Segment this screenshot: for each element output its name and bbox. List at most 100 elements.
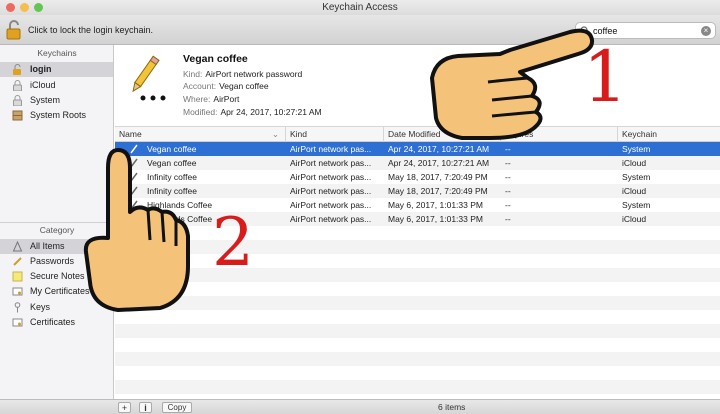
- unlocked-padlock-icon[interactable]: [6, 20, 22, 40]
- table-row[interactable]: Infinity coffee AirPort network pas... May…: [115, 170, 720, 184]
- sidebar-item-label: My Certificates: [30, 286, 90, 296]
- table-cell: Apr 24, 2017, 10:27:21 AM: [388, 144, 490, 154]
- sidebar-item-system-roots[interactable]: System Roots: [0, 108, 113, 123]
- table-row[interactable]: Infinity coffee AirPort network pas... May…: [115, 184, 720, 198]
- sidebar-item-system[interactable]: System: [0, 93, 113, 108]
- details-title: Vegan coffee: [183, 53, 248, 65]
- sidebar-item-label: System: [30, 95, 61, 105]
- sidebar-item-label: login: [30, 64, 52, 74]
- unlocked-padlock-icon: [13, 64, 21, 75]
- details-account-value: Vegan coffee: [219, 81, 269, 91]
- copy-button[interactable]: Copy: [162, 402, 192, 413]
- table-cell: System: [622, 144, 651, 154]
- password-icon: [130, 200, 138, 210]
- table-cell: May 18, 2017, 7:20:49 PM: [388, 186, 488, 196]
- window-controls: [6, 3, 43, 12]
- sidebar-item-keys[interactable]: Keys: [0, 300, 113, 315]
- sidebar-item-label: System Roots: [30, 110, 87, 120]
- column-header-label: Kind: [290, 129, 308, 139]
- table-cell: Infinity coffee: [147, 186, 197, 196]
- cabinet-icon: [12, 110, 23, 121]
- search-field[interactable]: coffee ×: [575, 22, 716, 39]
- column-header-kind[interactable]: Kind: [285, 127, 383, 142]
- table-cell: AirPort network pas...: [290, 214, 372, 224]
- table-cell: May 18, 2017, 7:20:49 PM: [388, 172, 488, 182]
- details-kind-value: AirPort network password: [205, 69, 303, 79]
- lock-icon: [13, 95, 22, 106]
- all-items-icon: [12, 241, 23, 252]
- table-cell: AirPort network pas...: [290, 144, 372, 154]
- password-pencil-icon: [132, 55, 166, 101]
- table-cell: AirPort network pas...: [290, 158, 372, 168]
- table-cell: --: [505, 144, 511, 154]
- table-cell: --: [505, 186, 511, 196]
- search-icon: [580, 26, 590, 36]
- window-title: Keychain Access: [322, 2, 398, 13]
- column-header-expires[interactable]: Expires: [500, 127, 617, 142]
- zoom-window-button[interactable]: [34, 3, 43, 12]
- sidebar-item-secure-notes[interactable]: Secure Notes: [0, 269, 113, 284]
- password-icon: [130, 158, 138, 168]
- table-cell: --: [505, 200, 511, 210]
- details-account-label: Account:: [183, 81, 217, 91]
- category-header: Category: [39, 225, 75, 235]
- table-cell: Highlands Coffee: [147, 214, 213, 224]
- sidebar-item-login[interactable]: login: [0, 62, 113, 77]
- certificate-icon: [12, 318, 23, 327]
- details-kind: Kind: AirPort network password: [183, 69, 302, 79]
- table-cell: System: [622, 200, 651, 210]
- sidebar-item-certificates[interactable]: Certificates: [0, 315, 113, 330]
- note-icon: [12, 271, 23, 282]
- key-icon: [14, 302, 21, 313]
- column-header-name[interactable]: Name ⌄: [115, 127, 285, 142]
- table-cell: Highlands Coffee: [147, 200, 213, 210]
- password-icon: [130, 144, 138, 154]
- clear-search-icon[interactable]: ×: [701, 26, 711, 36]
- toolbar: Click to lock the login keychain. coffee…: [0, 15, 720, 45]
- table-cell: AirPort network pas...: [290, 200, 372, 210]
- table-cell: Vegan coffee: [147, 144, 197, 154]
- password-icon: [130, 214, 138, 224]
- table-cell: AirPort network pas...: [290, 186, 372, 196]
- table-row[interactable]: Highlands Coffee AirPort network pas... Ma…: [115, 198, 720, 212]
- item-count: 6 items: [438, 402, 466, 412]
- table-cell: Vegan coffee: [147, 158, 197, 168]
- table-header: Name ⌄ Kind Date Modified Expires Keychai…: [115, 126, 720, 142]
- table-cell: --: [505, 172, 511, 182]
- sidebar-item-label: Certificates: [30, 317, 76, 327]
- sidebar-item-label: Secure Notes: [30, 271, 85, 281]
- search-input[interactable]: coffee: [593, 26, 617, 36]
- sort-chevron-icon: ⌄: [271, 129, 279, 139]
- column-header-date-modified[interactable]: Date Modified: [383, 127, 500, 142]
- table-cell: iCloud: [622, 214, 647, 224]
- table-row[interactable]: Vegan coffee AirPort network pas... Apr 24…: [115, 156, 720, 170]
- column-header-label: Name: [119, 129, 142, 139]
- table-cell: May 6, 2017, 1:01:33 PM: [388, 200, 483, 210]
- table-row[interactable]: Vegan coffee AirPort network pas... Apr 24…: [115, 142, 720, 156]
- details-account: Account: Vegan coffee: [183, 81, 269, 91]
- add-item-button[interactable]: +: [118, 402, 131, 413]
- table-cell: --: [505, 158, 511, 168]
- close-window-button[interactable]: [6, 3, 15, 12]
- minimize-window-button[interactable]: [20, 3, 29, 12]
- column-header-label: Date Modified: [388, 129, 441, 139]
- sidebar-item-passwords[interactable]: Passwords: [0, 254, 113, 269]
- table-row[interactable]: Highlands Coffee AirPort network pas... Ma…: [115, 212, 720, 226]
- items-table: Vegan coffee AirPort network pas... Apr 24…: [115, 142, 720, 399]
- sidebar-item-all-items[interactable]: All Items: [0, 239, 113, 254]
- table-cell: Apr 24, 2017, 10:27:21 AM: [388, 158, 490, 168]
- column-header-label: Expires: [505, 129, 534, 139]
- column-header-keychain[interactable]: Keychain: [617, 127, 720, 142]
- password-icon: [130, 186, 138, 196]
- sidebar-item-label: Passwords: [30, 256, 75, 266]
- sidebar-item-my-certificates[interactable]: My Certificates: [0, 284, 113, 299]
- lock-hint-text: Click to lock the login keychain.: [28, 25, 154, 35]
- password-icon: [130, 172, 138, 182]
- table-cell: System: [622, 172, 651, 182]
- password-icon: [13, 257, 22, 266]
- certificate-icon: [12, 287, 23, 296]
- sidebar-item-icloud[interactable]: iCloud: [0, 78, 113, 93]
- column-header-label: Keychain: [622, 129, 657, 139]
- details-modified-value: Apr 24, 2017, 10:27:21 AM: [220, 107, 322, 117]
- info-button[interactable]: i: [139, 402, 152, 413]
